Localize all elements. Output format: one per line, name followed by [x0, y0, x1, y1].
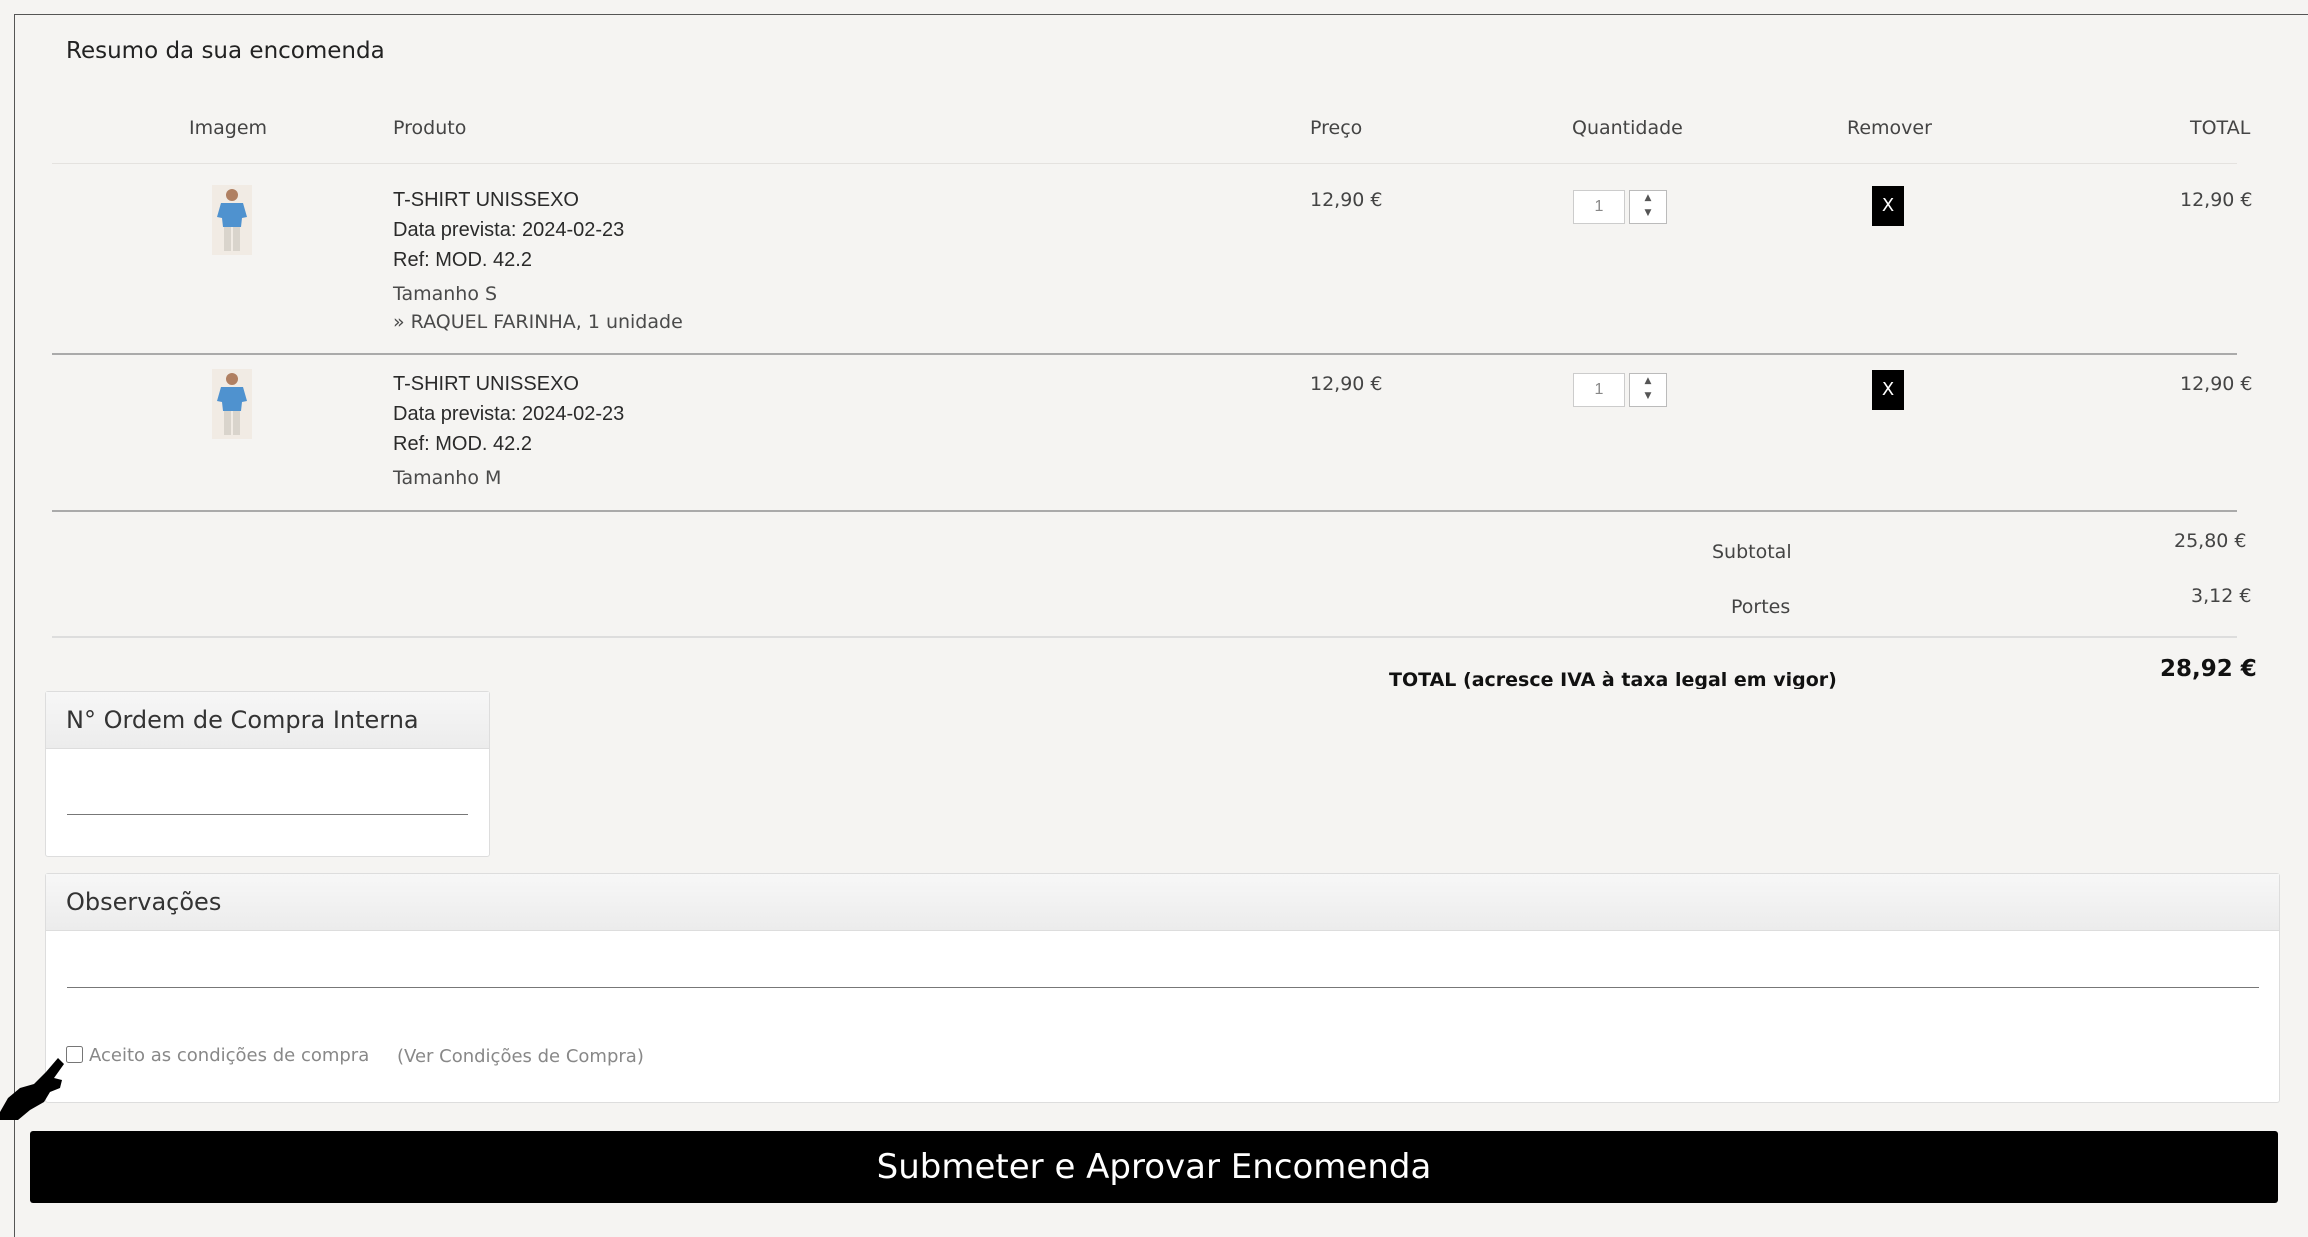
quantity-input[interactable]: [1573, 373, 1625, 407]
item-price: 12,90 €: [1310, 189, 1383, 211]
quantity-spinner[interactable]: ▲ ▼: [1629, 190, 1667, 224]
shipping-value: 3,12 €: [2191, 585, 2252, 607]
product-ref: Ref: MOD. 42.2: [393, 433, 532, 455]
accept-conditions-label[interactable]: Aceito as condições de compra: [89, 1045, 369, 1066]
remove-item-button[interactable]: X: [1872, 186, 1904, 226]
row-divider: [52, 353, 2237, 355]
column-header-total: TOTAL: [2190, 117, 2251, 139]
subtotal-value: 25,80 €: [2174, 530, 2247, 552]
tshirt-photo-icon: [212, 185, 252, 255]
order-summary-title: Resumo da sua encomenda: [66, 38, 385, 64]
product-image[interactable]: [212, 185, 252, 255]
notes-title: Observações: [46, 874, 2279, 931]
column-header-image: Imagem: [189, 117, 268, 139]
purchase-order-panel: N° Ordem de Compra Interna: [45, 691, 490, 857]
product-name: T-SHIRT UNISSEXO: [393, 373, 579, 395]
header-divider: [52, 163, 2237, 164]
shipping-label: Portes: [1731, 596, 1791, 618]
quantity-spinner[interactable]: ▲ ▼: [1629, 373, 1667, 407]
tshirt-photo-icon: [212, 369, 252, 439]
product-image[interactable]: [212, 369, 252, 439]
column-header-quantity: Quantidade: [1572, 117, 1683, 139]
notes-panel: Observações Aceito as condições de compr…: [45, 873, 2280, 1103]
product-size: Tamanho S: [393, 283, 498, 305]
product-name: T-SHIRT UNISSEXO: [393, 189, 579, 211]
hand-pointer-icon: [0, 1058, 64, 1120]
spinner-up-icon[interactable]: ▲: [1630, 191, 1666, 206]
item-price: 12,90 €: [1310, 373, 1383, 395]
spinner-up-icon[interactable]: ▲: [1630, 374, 1666, 389]
accept-conditions-checkbox[interactable]: [66, 1046, 83, 1063]
column-header-product: Produto: [393, 117, 467, 139]
remove-item-button[interactable]: X: [1872, 370, 1904, 410]
column-header-remove: Remover: [1847, 117, 1932, 139]
product-ref: Ref: MOD. 42.2: [393, 249, 532, 271]
row-divider: [52, 510, 2237, 512]
purchase-order-title: N° Ordem de Compra Interna: [46, 692, 489, 749]
spinner-down-icon[interactable]: ▼: [1630, 206, 1666, 221]
grand-total-label: TOTAL (acresce IVA à taxa legal em vigor…: [1389, 669, 1837, 689]
subtotal-label: Subtotal: [1712, 541, 1792, 563]
product-size: Tamanho M: [393, 467, 502, 489]
totals-divider: [52, 636, 2237, 638]
submit-order-button[interactable]: Submeter e Aprovar Encomenda: [30, 1131, 2278, 1203]
item-total: 12,90 €: [2180, 373, 2253, 395]
spinner-down-icon[interactable]: ▼: [1630, 389, 1666, 404]
product-date: Data prevista: 2024-02-23: [393, 403, 625, 425]
grand-total-value: 28,92 €: [2160, 656, 2257, 682]
quantity-input[interactable]: [1573, 190, 1625, 224]
item-total: 12,90 €: [2180, 189, 2253, 211]
column-header-price: Preço: [1310, 117, 1363, 139]
notes-input[interactable]: [67, 952, 2259, 988]
product-personalization: » RAQUEL FARINHA, 1 unidade: [393, 311, 683, 333]
view-conditions-link[interactable]: (Ver Condições de Compra): [397, 1046, 644, 1067]
purchase-order-input[interactable]: [67, 770, 468, 815]
product-date: Data prevista: 2024-02-23: [393, 219, 625, 241]
